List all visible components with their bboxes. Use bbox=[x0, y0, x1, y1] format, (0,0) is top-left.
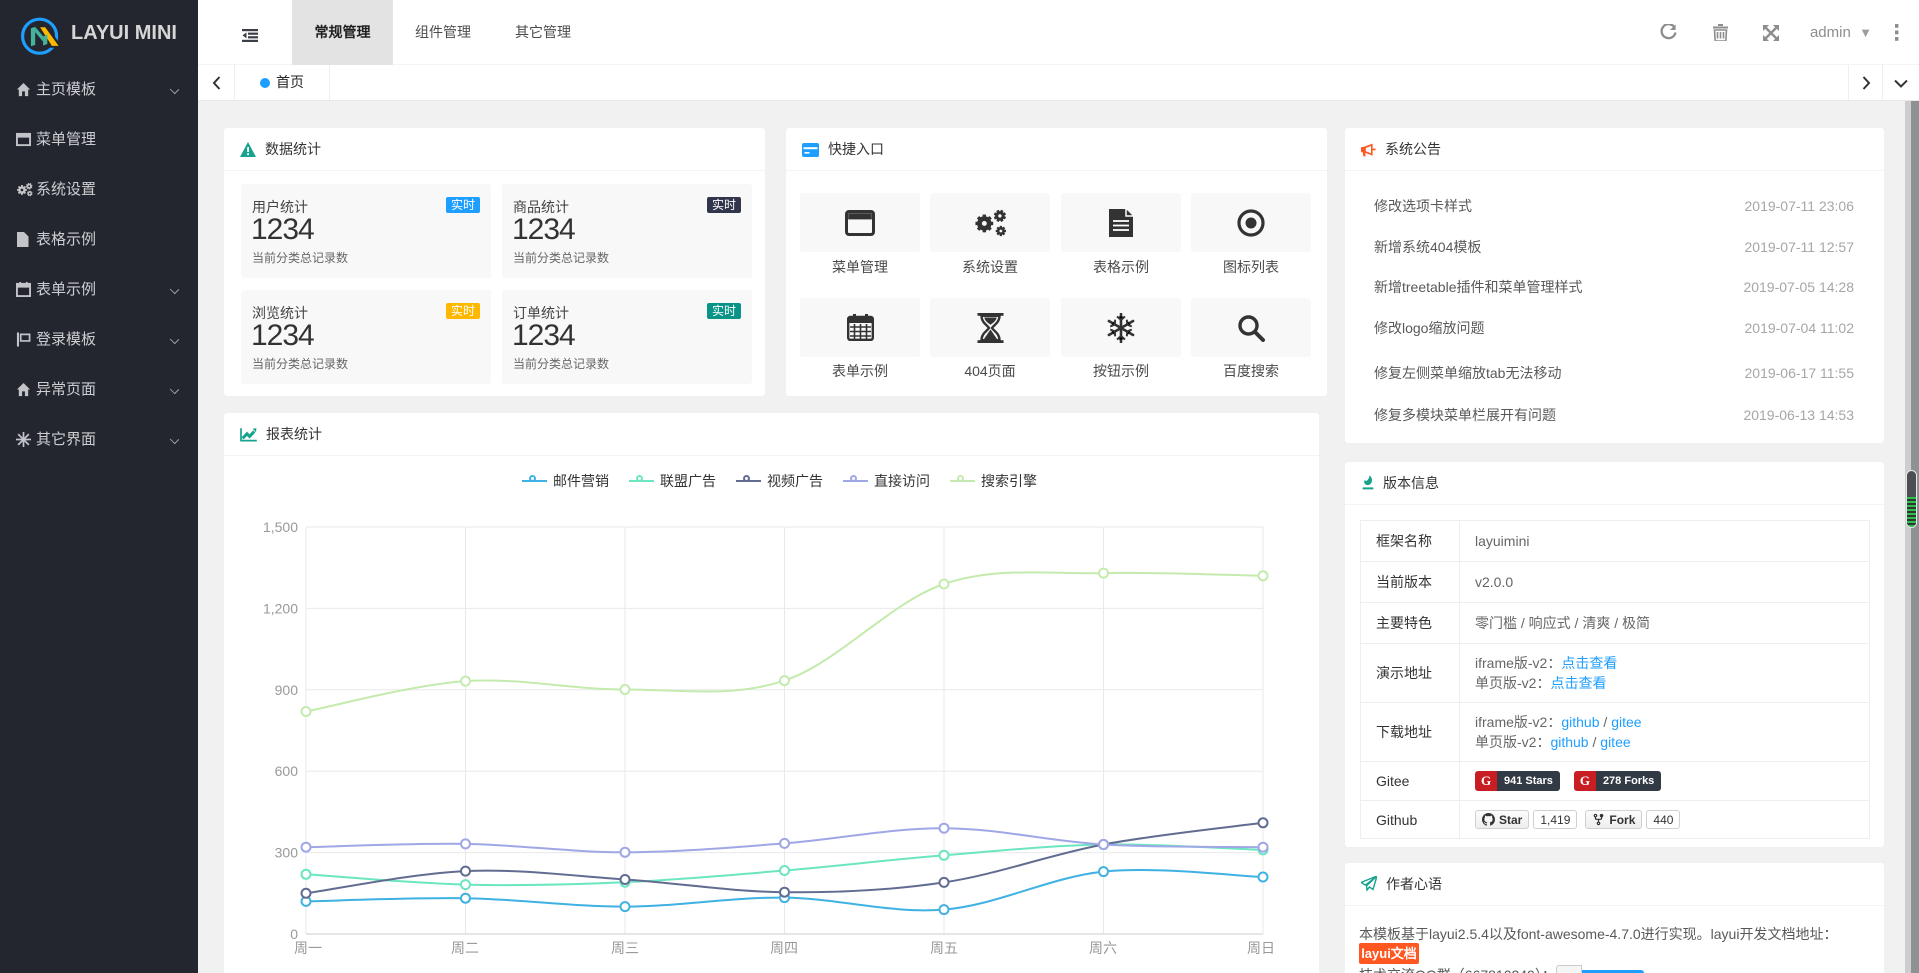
svg-text:周二: 周二 bbox=[451, 940, 479, 956]
svg-text:周六: 周六 bbox=[1089, 940, 1117, 956]
svg-text:周日: 周日 bbox=[1247, 940, 1275, 956]
svg-text:周一: 周一 bbox=[294, 940, 322, 956]
svg-text:1,200: 1,200 bbox=[263, 600, 298, 616]
svg-text:300: 300 bbox=[275, 845, 299, 861]
svg-text:600: 600 bbox=[275, 763, 299, 779]
svg-text:周四: 周四 bbox=[770, 940, 798, 956]
svg-text:900: 900 bbox=[275, 682, 299, 698]
svg-text:周三: 周三 bbox=[611, 940, 639, 956]
svg-text:1,500: 1,500 bbox=[263, 519, 298, 535]
svg-text:周五: 周五 bbox=[930, 940, 958, 956]
